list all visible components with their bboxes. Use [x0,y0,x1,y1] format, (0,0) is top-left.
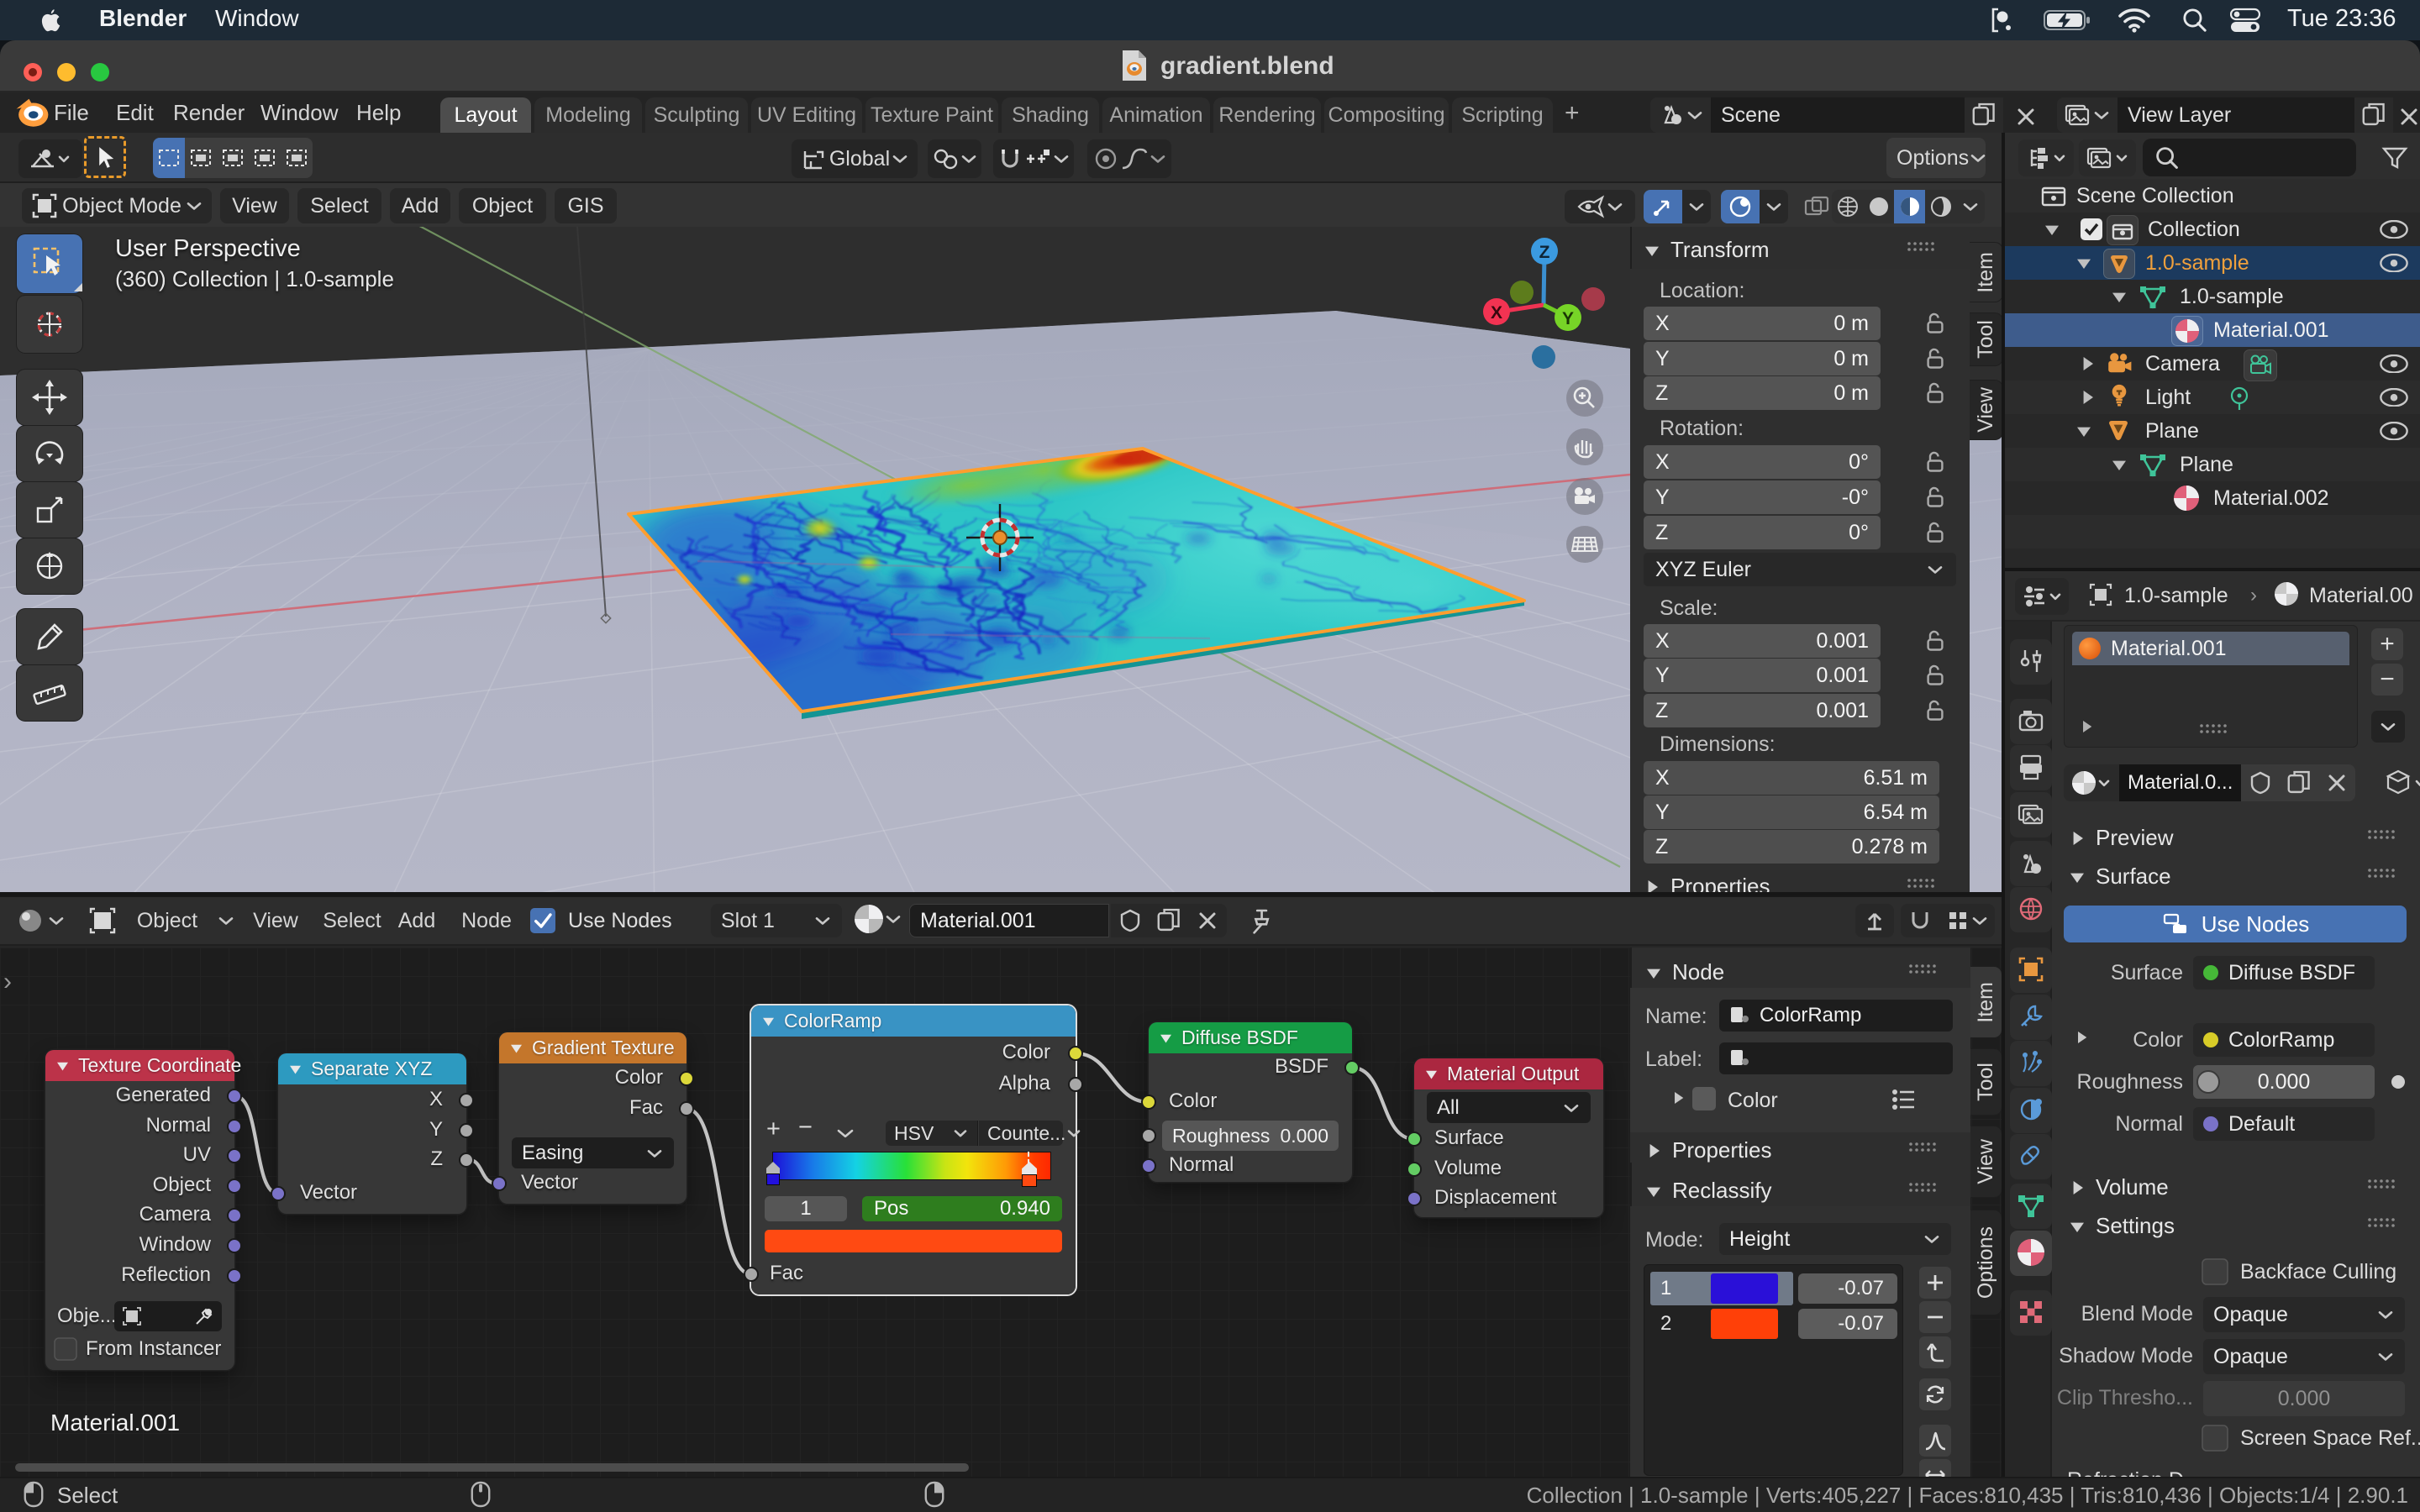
svg-text:Y: Y [1562,309,1574,328]
svg-text:Z: Z [1539,243,1550,262]
svg-text:X: X [1491,303,1502,323]
